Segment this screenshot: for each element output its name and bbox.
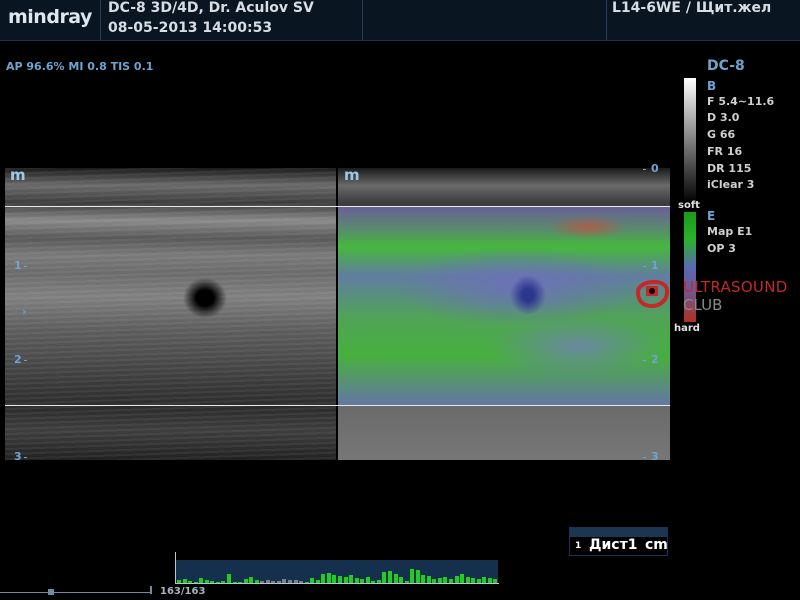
param-iclear: iClear 3	[707, 178, 755, 191]
param-map: Map E1	[707, 225, 753, 238]
depth-label-right: 1	[651, 259, 659, 272]
roi-bottom-line[interactable]	[5, 405, 670, 406]
watermark-text-ultrasound: ULTRASOUND	[683, 278, 788, 296]
cine-frame-bar	[393, 574, 398, 583]
strain-hard-label: hard	[674, 323, 700, 334]
depth-tick	[643, 457, 646, 458]
param-gain: G 66	[707, 128, 736, 141]
probe-preset[interactable]: L14-6WE / Щит.жел	[612, 0, 771, 16]
cine-frame-bar	[326, 573, 331, 583]
watermark-logo-icon	[635, 280, 670, 309]
orientation-marker-right: m	[344, 166, 360, 184]
depth-tick	[24, 457, 27, 458]
e-mode-label: E	[707, 209, 716, 223]
cine-frame-bar	[382, 572, 387, 583]
cine-frame-bar	[454, 576, 459, 583]
b-mode-label: B	[707, 79, 717, 93]
measurement-name: Дист1	[589, 537, 638, 553]
depth-tick	[643, 169, 646, 170]
cine-frame-bar	[226, 574, 231, 583]
depth-label-right: 3	[651, 450, 659, 463]
cine-memory-bar[interactable]	[176, 560, 498, 583]
system-model-label: DC-8	[707, 58, 745, 74]
header-divider	[606, 0, 607, 40]
param-op: OP 3	[707, 242, 736, 255]
cine-frame-bar	[387, 571, 392, 583]
acoustic-output-readout: AP 96.6% MI 0.8 TIS 0.1	[6, 60, 154, 73]
brand-logo: mindray	[8, 6, 92, 28]
grayscale-bar	[684, 78, 696, 203]
cine-frame-bar	[460, 574, 465, 583]
cine-end-tick	[150, 586, 152, 594]
depth-label-left: 1	[14, 259, 22, 272]
orientation-marker-left: m	[10, 166, 26, 184]
roi-top-line[interactable]	[5, 206, 670, 207]
cine-scroll-track[interactable]	[0, 592, 152, 593]
header-divider	[100, 0, 101, 40]
measurement-unit: cm	[645, 537, 668, 553]
depth-label-left: 2	[14, 353, 22, 366]
header-divider	[362, 0, 363, 40]
depth-label-right: 0	[651, 162, 659, 175]
cine-frame-bar	[349, 575, 354, 583]
cine-frame-bar	[426, 576, 431, 583]
param-depth: D 3.0	[707, 111, 740, 124]
cine-axis	[175, 552, 176, 584]
depth-tick	[643, 360, 646, 361]
cine-position-marker[interactable]	[48, 589, 54, 595]
cine-frame-bar	[410, 569, 415, 583]
b-mode-image[interactable]	[5, 168, 336, 460]
depth-tick	[643, 266, 646, 267]
cine-frame-bar	[321, 574, 326, 583]
cine-frame-bar	[332, 575, 337, 583]
cine-frame-bar	[415, 570, 420, 583]
cine-frame-bar	[421, 575, 426, 583]
focus-marker[interactable]: ›	[22, 305, 27, 318]
measurement-box-header	[569, 527, 668, 536]
depth-tick	[24, 360, 27, 361]
cine-frame-counter: 163/163	[160, 586, 206, 597]
strain-soft-label: soft	[678, 200, 700, 211]
param-frame-rate: FR 16	[707, 145, 743, 158]
cine-axis	[175, 583, 499, 584]
depth-label-left: 3	[14, 450, 22, 463]
watermark-text-club: CLUB	[683, 296, 723, 314]
cine-frame-bar	[338, 576, 342, 583]
depth-tick	[24, 266, 27, 267]
depth-label-right: 2	[651, 353, 659, 366]
measurement-index: 1	[575, 541, 582, 551]
exam-datetime: 08-05-2013 14:00:53	[108, 20, 273, 36]
system-operator-info: DC-8 3D/4D, Dr. Aculov SV	[108, 0, 314, 16]
elastography-color-overlay[interactable]	[338, 207, 670, 405]
param-frequency: F 5.4~11.6	[707, 95, 775, 108]
param-dynamic-range: DR 115	[707, 162, 752, 175]
